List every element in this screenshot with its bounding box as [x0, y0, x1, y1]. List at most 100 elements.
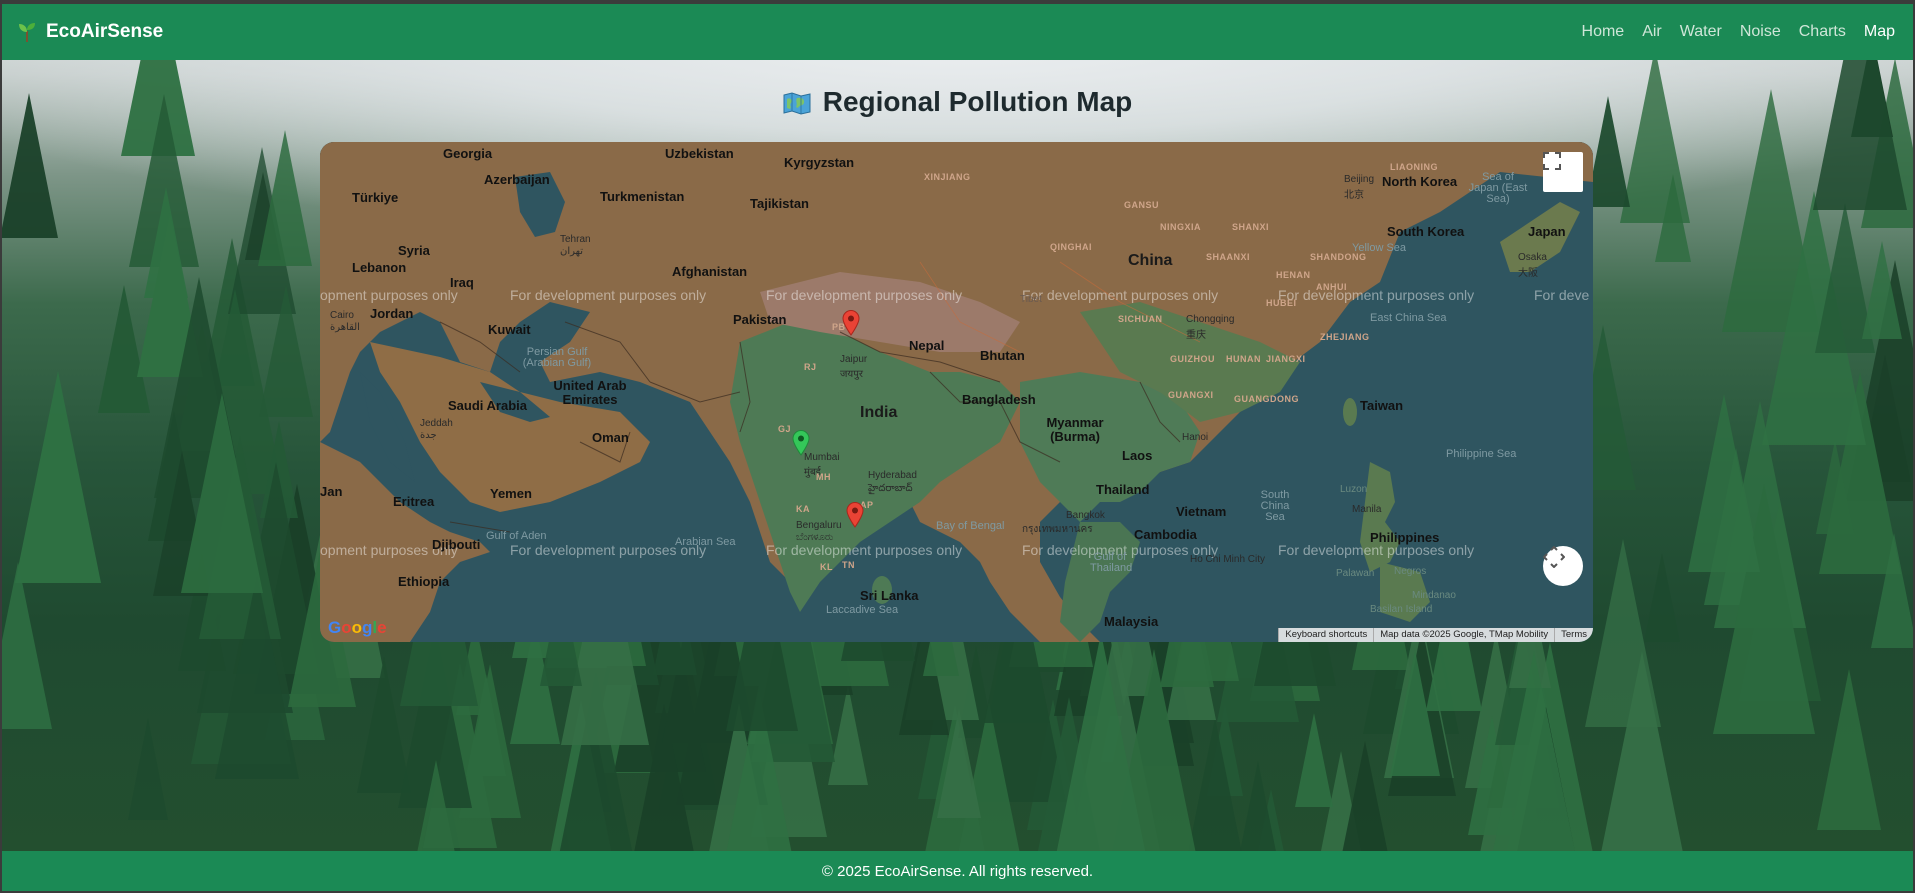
- province-label: NINGXIA: [1160, 222, 1202, 232]
- map-label: Jordan: [370, 306, 414, 321]
- main-nav: Home Air Water Noise Charts Map: [1582, 23, 1895, 41]
- marker-jaipur[interactable]: [842, 310, 860, 336]
- province-label: KL: [820, 562, 833, 572]
- pan-control[interactable]: [1543, 546, 1583, 586]
- terms-link[interactable]: Terms: [1554, 628, 1593, 642]
- sea-label: Gulf of Thailand: [1090, 551, 1133, 574]
- sea-label: Laccadive Sea: [826, 604, 899, 616]
- province-label: Tibet: [1020, 294, 1042, 305]
- tree-decoration: [14, 370, 101, 583]
- watermark: For development purposes only: [766, 542, 963, 558]
- province-label: TN: [842, 560, 855, 570]
- watermark: opment purposes only: [320, 287, 458, 303]
- google-logo[interactable]: Google: [328, 618, 387, 638]
- map-label: Kyrgyzstan: [784, 155, 855, 170]
- watermark: For development purposes only: [1022, 287, 1219, 303]
- nav-item-noise[interactable]: Noise: [1740, 23, 1781, 41]
- world-map-icon: [783, 90, 811, 115]
- city-label: القاهرة: [330, 322, 360, 333]
- province-label: SICHUAN: [1118, 314, 1163, 324]
- province-label: GUANGXI: [1168, 390, 1214, 400]
- map-label: Eritrea: [393, 494, 435, 509]
- sea-label: East China Sea: [1370, 312, 1447, 324]
- sea-label: Sea of Japan (East Sea): [1468, 171, 1528, 205]
- keyboard-shortcuts-link[interactable]: Keyboard shortcuts: [1278, 628, 1374, 642]
- province-label: KA: [796, 504, 810, 514]
- marker-bengaluru[interactable]: [846, 502, 864, 528]
- nav-item-map[interactable]: Map: [1864, 23, 1895, 41]
- map-label: Thailand: [1096, 482, 1150, 497]
- map-label: North Korea: [1382, 174, 1458, 189]
- province-label: GUANGDONG: [1234, 394, 1299, 404]
- tree-decoration: [1817, 668, 1882, 830]
- province-label: JIANGXI: [1266, 354, 1306, 364]
- map-label: Pakistan: [733, 312, 787, 327]
- province-label: ANHUI: [1316, 282, 1347, 292]
- province-label: SHANXI: [1232, 222, 1270, 232]
- city-label: Bengaluru: [796, 520, 842, 531]
- city-label: กรุงเทพมหานคร: [1022, 524, 1093, 535]
- tree-decoration: [1643, 553, 1680, 643]
- watermark: For development purposes only: [1278, 287, 1475, 303]
- watermark: For deve: [1534, 287, 1590, 303]
- city-label: 北京: [1344, 190, 1364, 201]
- page-title: Regional Pollution Map: [2, 86, 1913, 118]
- map-attribution: Keyboard shortcuts Map data ©2025 Google…: [1278, 628, 1593, 642]
- tree-decoration: [1055, 632, 1148, 860]
- province-label: Palawan: [1336, 568, 1375, 579]
- city-label: Beijing: [1344, 174, 1375, 185]
- watermark: For development purposes only: [766, 287, 963, 303]
- map-label: Taiwan: [1360, 398, 1404, 413]
- city-label: Tehran: [560, 234, 591, 245]
- city-label: Chongqing: [1186, 314, 1235, 325]
- city-label: जयपुर: [840, 369, 863, 380]
- map-label: Afghanistan: [672, 264, 748, 279]
- brand[interactable]: EcoAirSense: [16, 21, 163, 43]
- province-label: Luzon: [1340, 484, 1368, 495]
- map-label: Iraq: [450, 275, 474, 290]
- map-label: Bhutan: [980, 348, 1025, 363]
- province-label: ZHEJIANG: [1320, 332, 1370, 342]
- province-label: HENAN: [1276, 270, 1311, 280]
- province-label: XINJIANG: [924, 172, 971, 182]
- tree-decoration: [2, 561, 52, 729]
- footer: © 2025 EcoAirSense. All rights reserved.: [2, 851, 1913, 891]
- map-label: United Arab Emirates: [553, 378, 627, 407]
- tree-decoration: [1816, 439, 1855, 534]
- map-label: China: [1128, 252, 1173, 269]
- map-label: Syria: [398, 243, 430, 258]
- nav-item-air[interactable]: Air: [1642, 23, 1662, 41]
- watermark: For development purposes only: [510, 287, 707, 303]
- sea-label: Arabian Sea: [675, 536, 736, 548]
- province-label: SHANDONG: [1310, 252, 1367, 262]
- map-label: Myanmar (Burma): [1046, 415, 1104, 444]
- nav-item-water[interactable]: Water: [1680, 23, 1722, 41]
- map-label: Oman: [592, 430, 629, 445]
- pollution-map[interactable]: opment purposes only For development pur…: [320, 142, 1593, 642]
- map-label: Philippines: [1370, 530, 1440, 545]
- province-label: GANSU: [1124, 200, 1160, 210]
- fullscreen-button[interactable]: [1543, 152, 1583, 192]
- tree-decoration: [128, 717, 169, 820]
- map-label: Djibouti: [432, 537, 481, 552]
- city-label: Bangkok: [1066, 510, 1105, 521]
- sea-label: Bay of Bengal: [936, 520, 1005, 532]
- city-label: ಬೆಂಗಳೂರು: [796, 532, 834, 543]
- map-label: Japan: [1528, 224, 1566, 239]
- nav-item-home[interactable]: Home: [1582, 23, 1625, 41]
- province-label: HUBEI: [1266, 298, 1297, 308]
- map-label: Sri Lanka: [860, 588, 919, 603]
- city-label: Hanoi: [1182, 432, 1209, 443]
- sea-label: South China Sea: [1260, 489, 1290, 523]
- marker-mumbai[interactable]: [792, 430, 810, 456]
- nav-item-charts[interactable]: Charts: [1799, 23, 1846, 41]
- map-label: India: [860, 404, 898, 421]
- sea-label: Philippine Sea: [1446, 448, 1517, 460]
- sea-label: Persian Gulf (Arabian Gulf): [522, 346, 592, 369]
- tree-decoration: [180, 393, 263, 594]
- map-label: Saudi Arabia: [448, 398, 527, 413]
- tree-decoration: [1871, 533, 1913, 649]
- province-label: MH: [816, 472, 831, 482]
- tree-decoration: [215, 573, 300, 779]
- map-label: Vietnam: [1176, 504, 1227, 519]
